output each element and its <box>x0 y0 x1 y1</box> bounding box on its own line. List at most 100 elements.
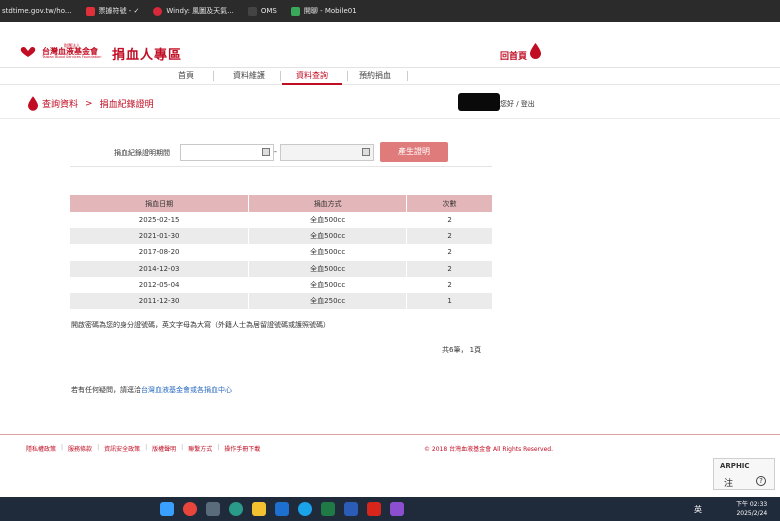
redacted-username <box>458 93 500 111</box>
bookmark-oms[interactable]: OMS <box>247 6 277 16</box>
cell-method: 全血500cc <box>248 260 408 277</box>
bookmark-mobile01[interactable]: 開聊 - Mobile01 <box>290 6 357 16</box>
calendar-icon[interactable] <box>362 148 370 156</box>
main-nav: 首頁 資料維護 資料查詢 預約捐血 <box>0 68 780 85</box>
excel-icon[interactable] <box>321 502 335 516</box>
cell-date: 2012-05-04 <box>70 276 250 293</box>
end-date-input[interactable] <box>280 144 374 161</box>
nav-separator <box>280 71 281 81</box>
password-note: 開啟密碼為您的身分證號碼，英文字母為大寫（外籍人士為居留證號碼或護照號碼） <box>71 321 330 329</box>
footer-separator: | <box>97 444 100 451</box>
bookmark-stdtime[interactable]: stdtime.gov.tw/ho... <box>2 7 72 15</box>
start-date-input[interactable] <box>180 144 274 161</box>
skype-icon[interactable] <box>298 502 312 516</box>
logo-text: 財團法人 台灣血液基金會 Taiwan Blood Services Found… <box>42 44 101 60</box>
footer-link-security[interactable]: 資訊安全政策 <box>104 444 140 453</box>
cell-count: 2 <box>406 228 493 245</box>
bookmark-label: 票據符號 - ✓ <box>98 7 140 15</box>
cell-method: 全血500cc <box>248 276 408 293</box>
nav-home[interactable]: 首頁 <box>166 70 206 85</box>
bookmark-label: OMS <box>260 7 277 15</box>
cell-date: 2021-01-30 <box>70 228 250 245</box>
col-count: 次數 <box>406 195 493 212</box>
oms-icon <box>247 6 257 16</box>
mobile01-icon <box>290 6 300 16</box>
calendar-icon[interactable] <box>262 148 270 156</box>
table-row: 2012-05-04 全血500cc 2 <box>70 276 493 293</box>
home-link[interactable]: 回首頁 <box>500 49 527 62</box>
breadcrumb-root[interactable]: 查詢資料 <box>42 97 78 110</box>
table-row: 2011-12-30 全血250cc 1 <box>70 292 493 310</box>
footer-link-terms[interactable]: 服務條款 <box>68 444 92 453</box>
col-donation-date: 捐血日期 <box>70 195 250 212</box>
table-row: 2014-12-03 全血500cc 2 <box>70 260 493 277</box>
cell-count: 2 <box>406 244 493 261</box>
bookmark-notes[interactable]: 票據符號 - ✓ <box>85 6 140 16</box>
copyright-text: © 2018 台灣血液基金會 All Rights Reserved. <box>424 446 554 453</box>
breadcrumb-row: 查詢資料 > 捐血紀錄證明 您好 / 登出 <box>0 92 780 116</box>
nav-donation-booking[interactable]: 預約捐血 <box>352 70 398 85</box>
generate-certificate-button[interactable]: 產生證明 <box>380 142 448 162</box>
foundation-logo[interactable]: 財團法人 台灣血液基金會 Taiwan Blood Services Found… <box>20 44 101 60</box>
bookmark-windy[interactable]: Windy: 風圖及天氣... <box>153 6 234 16</box>
nav-data-maintenance[interactable]: 資料維護 <box>226 70 272 85</box>
cell-method: 全血250cc <box>248 292 408 310</box>
ime-mode-button[interactable]: 注 <box>724 476 733 489</box>
col-donation-method: 捐血方式 <box>248 195 408 212</box>
word-icon[interactable] <box>344 502 358 516</box>
file-explorer-icon[interactable] <box>252 502 266 516</box>
nav-data-query[interactable]: 資料查詢 <box>282 70 342 85</box>
bookmark-label: 開聊 - Mobile01 <box>303 7 357 15</box>
clock-date: 2025/2/24 <box>736 510 768 517</box>
bookmarks-bar: stdtime.gov.tw/ho... 票據符號 - ✓ Windy: 風圖及… <box>0 0 780 22</box>
table-row: 2021-01-30 全血500cc 2 <box>70 228 493 245</box>
table-row: 2017-08-20 全血500cc 2 <box>70 244 493 261</box>
windows-start-icon[interactable] <box>160 502 174 516</box>
ime-panel[interactable]: ARPHIC 注 ? <box>713 458 775 490</box>
browser-gap <box>0 22 780 36</box>
pagination-summary: 共6筆， 1頁 <box>442 346 482 354</box>
calculator-icon[interactable] <box>206 502 220 516</box>
bookmark-label: stdtime.gov.tw/ho... <box>2 7 72 15</box>
contact-prefix: 若有任何疑問，請逕洽 <box>71 386 141 394</box>
footer-divider <box>0 434 780 435</box>
cell-date: 2014-12-03 <box>70 260 250 277</box>
footer-links: 隱私權政策 | 服務條款 | 資訊安全政策 | 版權聲明 | 聯繫方式 | 操作… <box>26 444 260 453</box>
donation-records-table: 捐血日期 捐血方式 次數 2025-02-15 全血500cc 2 2021-0… <box>70 195 493 310</box>
cell-count: 2 <box>406 260 493 277</box>
footer-link-privacy[interactable]: 隱私權政策 <box>26 444 56 453</box>
user-greeting-logout[interactable]: 您好 / 登出 <box>500 99 535 109</box>
contact-link[interactable]: 台灣血液基金會或各捐血中心 <box>141 386 232 394</box>
site-title: 捐血人專區 <box>112 48 183 63</box>
system-clock[interactable]: 下午 02:33 2025/2/24 <box>736 500 767 518</box>
contact-note: 若有任何疑問，請逕洽台灣血液基金會或各捐血中心 <box>71 385 232 395</box>
edge-icon[interactable] <box>229 502 243 516</box>
footer-link-manual[interactable]: 操作手冊下載 <box>224 444 260 453</box>
help-icon[interactable]: ? <box>756 476 766 486</box>
bookmark-label: Windy: 風圖及天氣... <box>166 7 234 15</box>
cell-date: 2011-12-30 <box>70 292 250 310</box>
cell-method: 全血500cc <box>248 228 408 245</box>
purple-app-icon[interactable] <box>390 502 404 516</box>
nav-separator <box>213 71 214 81</box>
footer-link-contact[interactable]: 聯繫方式 <box>188 444 212 453</box>
site-header: 財團法人 台灣血液基金會 Taiwan Blood Services Found… <box>0 36 780 68</box>
cell-method: 全血500cc <box>248 212 408 229</box>
blood-drop-icon <box>530 43 541 59</box>
cell-count: 2 <box>406 276 493 293</box>
footer-separator: | <box>61 444 64 451</box>
cell-method: 全血500cc <box>248 244 408 261</box>
acrobat-icon[interactable] <box>367 502 381 516</box>
footer-separator: | <box>181 444 184 451</box>
footer-separator: | <box>145 444 148 451</box>
windy-icon <box>153 6 163 16</box>
footer-link-copyright[interactable]: 版權聲明 <box>152 444 176 453</box>
table-header-row: 捐血日期 捐血方式 次數 <box>70 195 493 212</box>
footer-separator: | <box>217 444 220 451</box>
input-language-indicator[interactable]: 英 <box>694 504 702 515</box>
outlook-icon[interactable] <box>275 502 289 516</box>
table-row: 2025-02-15 全血500cc 2 <box>70 212 493 229</box>
chrome-icon[interactable] <box>183 502 197 516</box>
breadcrumb-separator: > <box>85 98 93 109</box>
heart-logo-icon <box>20 46 36 57</box>
